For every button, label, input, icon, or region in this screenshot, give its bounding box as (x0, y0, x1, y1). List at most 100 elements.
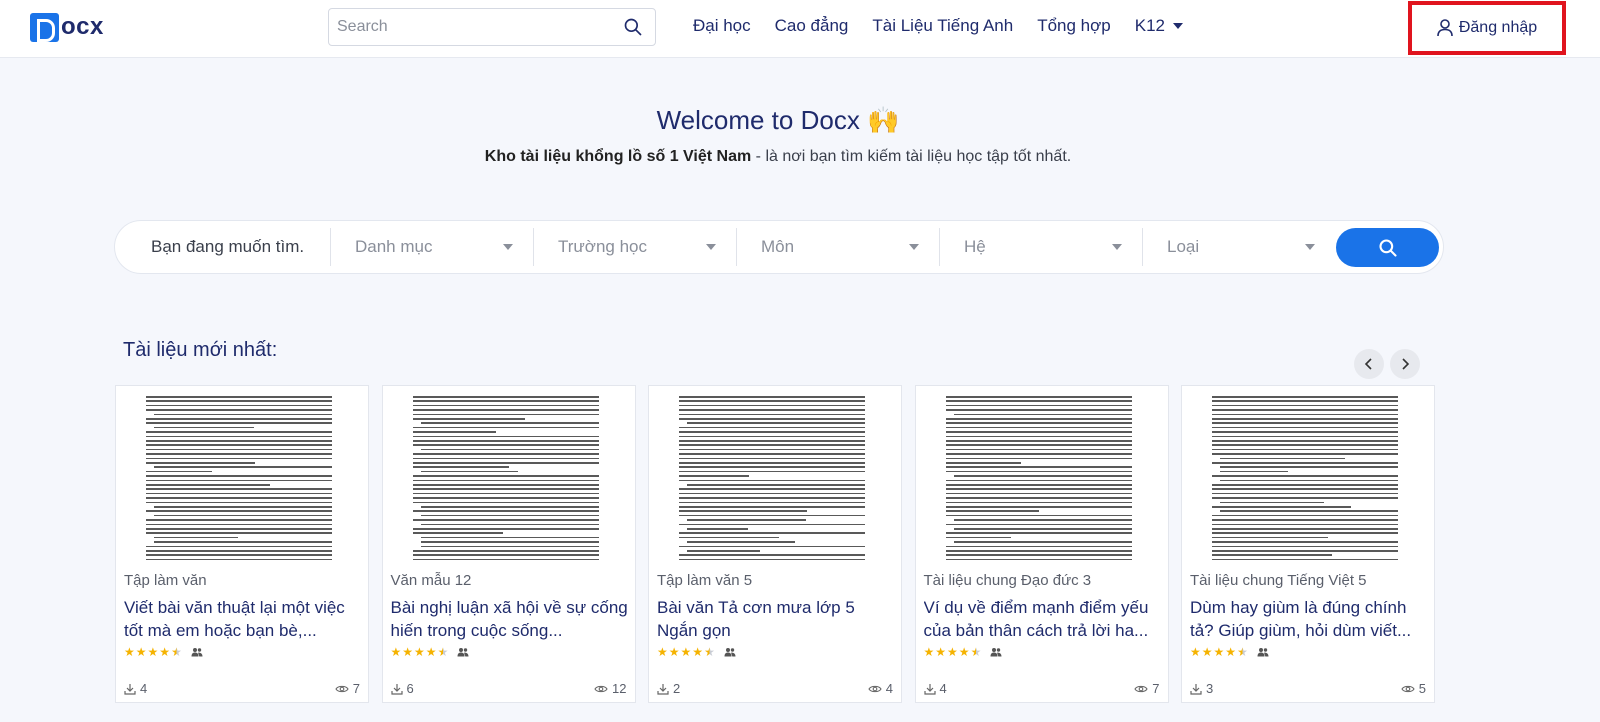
preview-text-line (1212, 413, 1398, 416)
search-icon[interactable] (623, 17, 643, 37)
subject-select[interactable]: Môn (737, 228, 940, 266)
preview-text-line (1212, 528, 1398, 530)
users-icon (724, 648, 736, 657)
star-icon: ★ (668, 645, 680, 659)
preview-text-line (679, 435, 865, 438)
nav-k12-dropdown[interactable]: K12 (1135, 16, 1183, 36)
filter-search-button[interactable] (1336, 228, 1439, 267)
carousel-prev-button[interactable] (1354, 349, 1384, 379)
preview-text-line (1220, 501, 1324, 504)
preview-text-line (420, 470, 518, 473)
document-category[interactable]: Tập làm văn 5 (657, 572, 752, 589)
system-select[interactable]: Hệ (940, 228, 1143, 266)
document-title[interactable]: Bài văn Tả cơn mưa lớp 5 Ngắn gọn (657, 596, 897, 642)
school-select[interactable]: Trường học (534, 228, 737, 266)
main-nav: Đại học Cao đẳng Tài Liệu Tiếng Anh Tổng… (693, 16, 1207, 36)
preview-text-line (945, 466, 1132, 468)
document-page-preview (679, 392, 871, 564)
document-card[interactable]: Tập làm văn 5 Bài văn Tả cơn mưa lớp 5 Ng… (648, 385, 902, 703)
login-button[interactable]: Đăng nhập (1408, 1, 1566, 55)
logo-text: ocx (61, 13, 104, 40)
preview-text-line (945, 510, 1040, 512)
preview-text-line (679, 440, 865, 442)
carousel-next-button[interactable] (1390, 349, 1420, 379)
download-icon (923, 683, 936, 695)
star-icon: ★ (402, 645, 414, 659)
document-title[interactable]: Ví dụ về điểm mạnh điểm yếu của bản thân… (924, 596, 1164, 642)
nav-cao-dang[interactable]: Cao đẳng (775, 16, 849, 36)
preview-text-line (146, 431, 332, 433)
preview-text-line (420, 506, 599, 508)
preview-text-line (146, 396, 332, 398)
star-icon: ★ (1190, 645, 1201, 659)
document-card[interactable]: Tài liệu chung Đạo đức 3 Ví dụ về điểm mạ… (914, 385, 1169, 703)
document-card[interactable]: Tài liệu chung Tiếng Việt 5 Dùm hay giùm … (1181, 385, 1435, 703)
download-count-value: 4 (140, 681, 148, 696)
preview-text-line (679, 448, 865, 451)
preview-text-line (412, 532, 503, 534)
document-thumbnail[interactable] (1182, 386, 1434, 564)
category-select[interactable]: Danh mục (331, 228, 534, 266)
subject-select-label: Môn (761, 237, 795, 256)
document-category[interactable]: Tài liệu chung Đạo đức 3 (924, 572, 1092, 589)
preview-text-line (945, 431, 1132, 433)
preview-text-line (945, 448, 1132, 451)
document-title[interactable]: Dùm hay giùm là đúng chính tả? Giúp giùm… (1190, 596, 1430, 642)
chevron-down-icon (706, 244, 716, 250)
download-icon (390, 683, 403, 695)
nav-dai-hoc[interactable]: Đại học (693, 16, 751, 36)
preview-text-line (1220, 470, 1289, 473)
preview-text-line (1212, 497, 1398, 499)
document-title[interactable]: Bài nghị luận xã hội về sự cống hiến tro… (391, 596, 631, 642)
document-card[interactable]: Văn mẫu 12 Bài nghị luận xã hội về sự cốn… (381, 385, 636, 703)
download-icon (1190, 683, 1202, 695)
document-thumbnail[interactable] (649, 386, 901, 564)
download-count: 6 (390, 681, 414, 696)
preview-text-line (1212, 453, 1398, 455)
preview-text-line (679, 554, 865, 556)
preview-text-line (146, 462, 256, 464)
preview-text-line (1220, 510, 1398, 512)
star-icon: ★ (171, 645, 182, 659)
preview-text-line (945, 418, 1132, 420)
preview-text-line (679, 431, 865, 433)
preview-text-line (945, 554, 1132, 556)
preview-text-line (146, 444, 332, 446)
preview-text-line (412, 453, 599, 455)
preview-text-line (420, 536, 599, 539)
document-thumbnail[interactable] (116, 386, 368, 564)
preview-text-line (412, 466, 510, 468)
preview-text-line (412, 431, 497, 433)
nav-tong-hop[interactable]: Tổng hợp (1037, 16, 1111, 36)
preview-text-line (1212, 444, 1398, 446)
document-thumbnail[interactable] (915, 386, 1168, 564)
chevron-down-icon (503, 244, 513, 250)
document-category[interactable]: Tập làm văn (124, 572, 207, 589)
preview-text-line (146, 550, 332, 552)
document-card[interactable]: Tập làm văn Viết bài văn thuật lại một vi… (115, 385, 369, 703)
preview-text-line (1220, 457, 1346, 460)
preview-text-line (945, 479, 1132, 482)
document-category[interactable]: Tài liệu chung Tiếng Việt 5 (1190, 572, 1367, 589)
download-icon (124, 683, 136, 695)
header-search-input[interactable] (329, 18, 609, 36)
star-icon: ★ (1213, 645, 1225, 659)
nav-tai-lieu-tieng-anh[interactable]: Tài Liệu Tiếng Anh (872, 16, 1013, 36)
users-icon (457, 648, 469, 657)
preview-text-line (679, 462, 865, 464)
document-category[interactable]: Văn mẫu 12 (391, 572, 472, 589)
view-count-value: 7 (352, 681, 360, 696)
document-thumbnail[interactable] (382, 386, 635, 564)
download-icon (657, 683, 669, 695)
document-title[interactable]: Viết bài văn thuật lại một việc tốt mà e… (124, 596, 364, 642)
preview-text-line (146, 435, 332, 438)
hero-title: Welcome to Docx 🙌 (656, 105, 900, 135)
star-icon: ★ (1201, 645, 1213, 659)
page-scrollbar[interactable] (1556, 58, 1568, 722)
keyword-input[interactable]: Bạn đang muốn tìm. (115, 228, 331, 266)
preview-text-line (679, 536, 779, 539)
docx-logo[interactable]: ocx (30, 12, 104, 42)
star-icon: ★ (1237, 645, 1248, 659)
user-icon (1437, 19, 1453, 37)
type-select[interactable]: Loại (1143, 228, 1335, 266)
